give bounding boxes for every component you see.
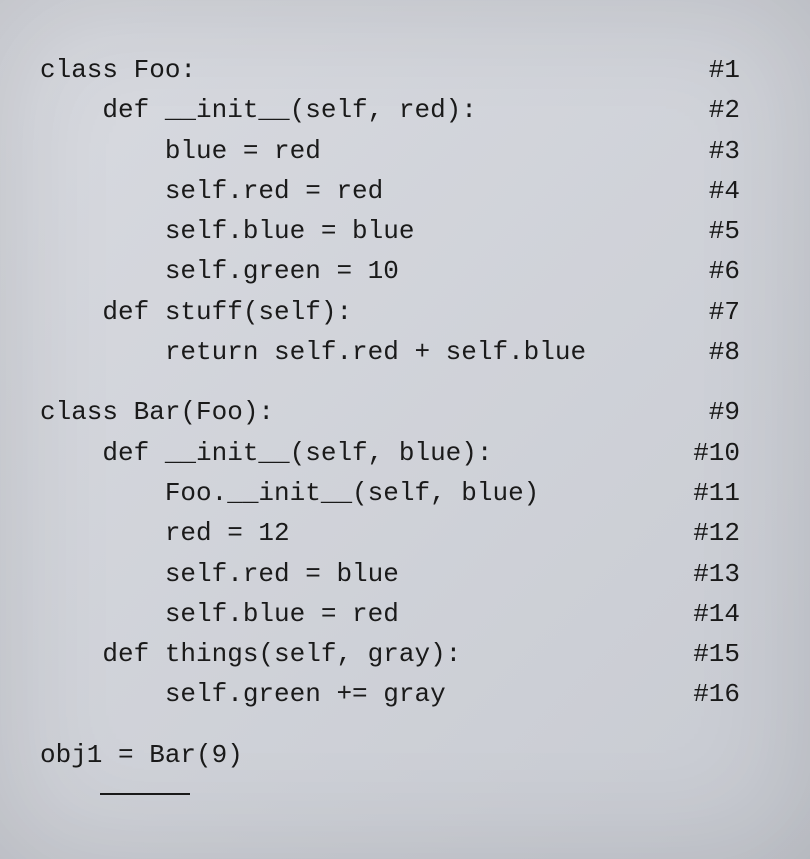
code-text: class Bar(Foo): bbox=[40, 392, 274, 432]
line-annotation: #13 bbox=[673, 554, 770, 594]
line-annotation: #2 bbox=[689, 90, 770, 130]
code-line: obj1 = Bar(9) bbox=[40, 735, 770, 775]
line-annotation: #12 bbox=[673, 513, 770, 553]
code-line: self.red = blue #13 bbox=[40, 554, 770, 594]
code-line: blue = red #3 bbox=[40, 131, 770, 171]
code-text: self.red = red bbox=[40, 171, 383, 211]
line-annotation: #4 bbox=[689, 171, 770, 211]
code-line: class Bar(Foo): #9 bbox=[40, 392, 770, 432]
code-text: self.blue = blue bbox=[40, 211, 414, 251]
line-annotation: #11 bbox=[673, 473, 770, 513]
code-block: class Foo:#1 def __init__(self, red):#2 … bbox=[40, 50, 770, 775]
line-annotation: #10 bbox=[673, 433, 770, 473]
code-text: class Foo: bbox=[40, 50, 196, 90]
code-text: self.blue = red bbox=[40, 594, 399, 634]
code-line: red = 12 #12 bbox=[40, 513, 770, 553]
code-text: return self.red + self.blue bbox=[40, 332, 586, 372]
code-text: def stuff(self): bbox=[40, 292, 352, 332]
line-annotation: #15 bbox=[673, 634, 770, 674]
code-text: red = 12 bbox=[40, 513, 290, 553]
line-annotation: #14 bbox=[673, 594, 770, 634]
code-line: self.green = 10 #6 bbox=[40, 251, 770, 291]
code-line: def __init__(self, red): #2 bbox=[40, 90, 770, 130]
code-text: self.green += gray bbox=[40, 674, 446, 714]
code-line: def stuff(self): #7 bbox=[40, 292, 770, 332]
code-line: Foo.__init__(self, blue) #11 bbox=[40, 473, 770, 513]
code-text: def __init__(self, red): bbox=[40, 90, 477, 130]
code-line: def things(self, gray): #15 bbox=[40, 634, 770, 674]
code-line: self.blue = blue #5 bbox=[40, 211, 770, 251]
code-text: self.green = 10 bbox=[40, 251, 399, 291]
code-line: self.green += gray #16 bbox=[40, 674, 770, 714]
code-text: def things(self, gray): bbox=[40, 634, 461, 674]
code-text: blue = red bbox=[40, 131, 321, 171]
line-annotation: #16 bbox=[673, 674, 770, 714]
answer-blank-line bbox=[100, 793, 190, 795]
code-line: return self.red + self.blue #8 bbox=[40, 332, 770, 372]
blank-line bbox=[40, 372, 770, 392]
line-annotation: #1 bbox=[689, 50, 770, 90]
line-annotation: #7 bbox=[689, 292, 770, 332]
line-annotation: #5 bbox=[689, 211, 770, 251]
code-text: obj1 = Bar(9) bbox=[40, 735, 243, 775]
line-annotation: #8 bbox=[689, 332, 770, 372]
code-line: self.red = red #4 bbox=[40, 171, 770, 211]
code-line: def __init__(self, blue): #10 bbox=[40, 433, 770, 473]
code-line: self.blue = red #14 bbox=[40, 594, 770, 634]
line-annotation: #9 bbox=[689, 392, 770, 432]
line-annotation: #6 bbox=[689, 251, 770, 291]
blank-line bbox=[40, 715, 770, 735]
code-text: self.red = blue bbox=[40, 554, 399, 594]
code-text: Foo.__init__(self, blue) bbox=[40, 473, 539, 513]
code-text: def __init__(self, blue): bbox=[40, 433, 492, 473]
code-line: class Foo: #1 bbox=[40, 50, 770, 90]
line-annotation: #3 bbox=[689, 131, 770, 171]
